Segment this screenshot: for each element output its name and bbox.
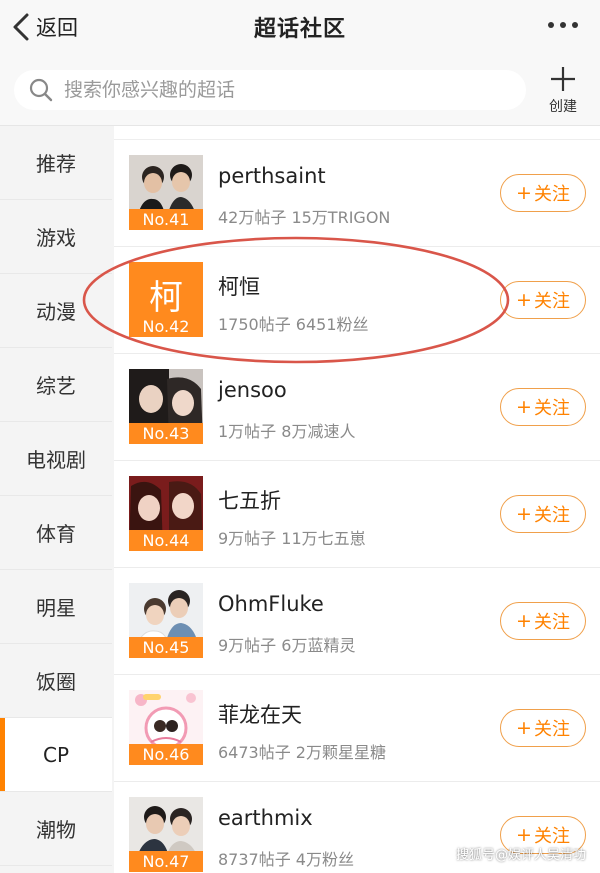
rank-badge: No.46 <box>129 744 203 765</box>
follow-label: 关注 <box>533 719 570 740</box>
topic-name: perthsaint <box>218 164 326 188</box>
follow-button[interactable]: + 关注 <box>500 281 586 319</box>
topic-thumbnail: 柯 No.42 <box>129 262 203 337</box>
watermark: 搜狐号@娱评人吴清功 <box>455 848 586 863</box>
list-item[interactable]: No.45 OhmFluke 9万帖子 6万蓝精灵 + 关注 <box>114 568 600 675</box>
topic-name: earthmix <box>218 806 313 830</box>
list-item[interactable]: 柯 No.42 柯恒 1750帖子 6451粉丝 + 关注 <box>114 247 600 354</box>
more-options-icon[interactable] <box>548 22 578 28</box>
create-label: 创建 <box>549 99 577 115</box>
rank-badge: No.43 <box>129 423 203 444</box>
sidebar-item-sports[interactable]: 体育 <box>0 496 112 570</box>
plus-icon: + <box>516 503 532 525</box>
topic-stats: 1万帖子 8万减速人 <box>218 422 356 441</box>
topic-name: OhmFluke <box>218 592 324 616</box>
rank-badge: No.42 <box>129 316 203 337</box>
sidebar-item-cp[interactable]: CP <box>0 718 112 792</box>
follow-button[interactable]: + 关注 <box>500 174 586 212</box>
topic-name: 七五折 <box>218 489 281 513</box>
plus-icon: + <box>516 824 532 846</box>
topic-thumbnail: No.45 <box>129 583 203 658</box>
rank-badge: No.44 <box>129 530 203 551</box>
topic-stats: 1750帖子 6451粉丝 <box>218 315 369 334</box>
sidebar-item-games[interactable]: 游戏 <box>0 200 112 274</box>
topic-stats: 42万帖子 15万TRIGON <box>218 208 391 227</box>
sidebar-item-trends[interactable]: 潮物 <box>0 792 112 866</box>
follow-label: 关注 <box>533 398 570 419</box>
follow-button[interactable]: + 关注 <box>500 495 586 533</box>
plus-icon: + <box>516 396 532 418</box>
plus-icon: + <box>516 717 532 739</box>
follow-label: 关注 <box>533 291 570 312</box>
thumbnail-letter: 柯 <box>149 278 183 318</box>
top-bar: 返回 超话社区 <box>0 0 600 54</box>
back-label: 返回 <box>36 16 78 40</box>
follow-button[interactable]: + 关注 <box>500 602 586 640</box>
plus-icon: + <box>516 182 532 204</box>
topic-thumbnail: No.41 <box>129 155 203 230</box>
list-top-spacer <box>114 126 600 140</box>
follow-label: 关注 <box>533 505 570 526</box>
follow-button[interactable]: + 关注 <box>500 709 586 747</box>
search-input[interactable] <box>64 79 504 101</box>
topic-thumbnail: No.46 <box>129 690 203 765</box>
sidebar-item-fandom[interactable]: 饭圈 <box>0 644 112 718</box>
sidebar-item-stars[interactable]: 明星 <box>0 570 112 644</box>
plus-icon: + <box>516 289 532 311</box>
list-item[interactable]: No.44 七五折 9万帖子 11万七五崽 + 关注 <box>114 461 600 568</box>
sidebar-item-tv-drama[interactable]: 电视剧 <box>0 422 112 496</box>
topic-thumbnail: No.44 <box>129 476 203 551</box>
topic-name: jensoo <box>218 378 287 402</box>
list-item[interactable]: No.46 菲龙在天 6473帖子 2万颗星星糖 + 关注 <box>114 675 600 782</box>
category-sidebar: 推荐 游戏 动漫 综艺 电视剧 体育 明星 饭圈 CP 潮物 <box>0 126 112 873</box>
topic-stats: 6473帖子 2万颗星星糖 <box>218 743 386 762</box>
sidebar-item-variety[interactable]: 综艺 <box>0 348 112 422</box>
rank-badge: No.47 <box>129 851 203 872</box>
search-bar: 创建 <box>0 54 600 126</box>
topic-list: No.41 perthsaint 42万帖子 15万TRIGON + 关注 柯 N… <box>114 126 600 873</box>
topic-stats: 9万帖子 6万蓝精灵 <box>218 636 356 655</box>
create-button[interactable]: 创建 <box>538 64 588 120</box>
topic-name: 菲龙在天 <box>218 703 302 727</box>
page-title: 超话社区 <box>253 17 346 42</box>
follow-label: 关注 <box>533 184 570 205</box>
topic-name: 柯恒 <box>218 275 260 299</box>
search-box[interactable] <box>14 70 526 110</box>
plus-icon <box>551 67 575 91</box>
rank-badge: No.41 <box>129 209 203 230</box>
plus-icon: + <box>516 610 532 632</box>
list-item[interactable]: No.43 jensoo 1万帖子 8万减速人 + 关注 <box>114 354 600 461</box>
rank-badge: No.45 <box>129 637 203 658</box>
sidebar-item-recommend[interactable]: 推荐 <box>0 126 112 200</box>
topic-stats: 9万帖子 11万七五崽 <box>218 529 366 548</box>
topic-stats: 8737帖子 4万粉丝 <box>218 850 354 869</box>
back-button[interactable]: 返回 <box>10 10 78 44</box>
follow-label: 关注 <box>533 612 570 633</box>
follow-button[interactable]: + 关注 <box>500 388 586 426</box>
chevron-left-icon <box>13 13 29 41</box>
topic-thumbnail: No.47 <box>129 797 203 872</box>
search-icon <box>29 78 53 102</box>
list-item[interactable]: No.41 perthsaint 42万帖子 15万TRIGON + 关注 <box>114 140 600 247</box>
sidebar-item-anime[interactable]: 动漫 <box>0 274 112 348</box>
topic-thumbnail: No.43 <box>129 369 203 444</box>
